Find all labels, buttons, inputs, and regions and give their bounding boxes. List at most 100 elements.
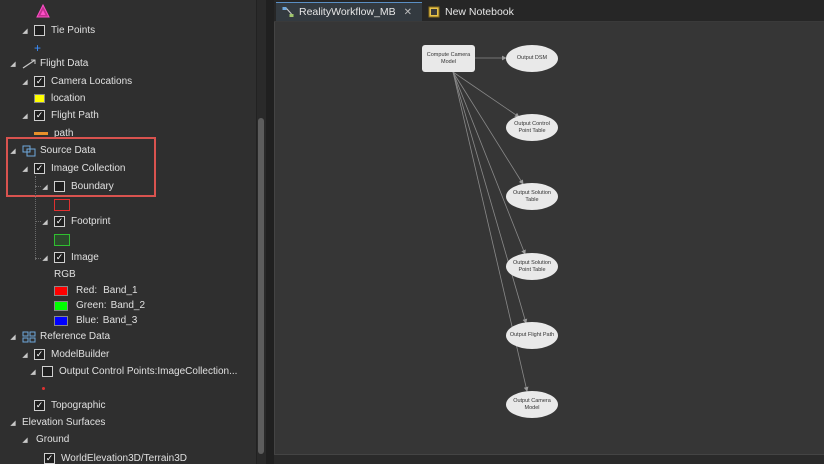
green-band-label: Band_2 bbox=[110, 300, 146, 311]
layer-image-collection[interactable]: ◢ ✓ Image Collection bbox=[20, 160, 125, 177]
output-solution-table-node[interactable]: Output Solution Table bbox=[506, 183, 558, 210]
process-compute-camera-model[interactable]: Compute Camera Model bbox=[422, 45, 475, 72]
canvas-horizontal-scrollbar[interactable] bbox=[274, 454, 824, 464]
topographic-checkbox[interactable]: ✓ bbox=[34, 400, 45, 411]
expand-arrow-icon[interactable]: ◢ bbox=[28, 367, 38, 377]
footprint-checkbox[interactable]: ✓ bbox=[54, 216, 65, 227]
output-control-points-checkbox[interactable] bbox=[42, 366, 53, 377]
contents-scrollbar-thumb[interactable] bbox=[258, 118, 264, 454]
source-data-icon bbox=[22, 145, 36, 157]
layer-topographic[interactable]: ✓ Topographic bbox=[20, 397, 105, 414]
layer-boundary[interactable]: ◢ Boundary bbox=[40, 178, 114, 195]
tab-new-notebook[interactable]: New Notebook bbox=[422, 2, 532, 21]
output-flight-path-node[interactable]: Output Flight Path bbox=[506, 322, 558, 349]
model-icon bbox=[282, 6, 294, 18]
expand-arrow-icon[interactable]: ◢ bbox=[40, 217, 50, 227]
layer-footprint[interactable]: ◢ ✓ Footprint bbox=[40, 213, 110, 230]
expand-arrow-icon[interactable]: ◢ bbox=[20, 350, 30, 360]
reference-data-label: Reference Data bbox=[40, 331, 111, 342]
modelbuilder-label: ModelBuilder bbox=[51, 349, 110, 360]
output-control-point-table-node[interactable]: Output Control Point Table bbox=[506, 114, 558, 141]
footprint-symbol-row bbox=[54, 231, 70, 248]
expand-arrow-icon[interactable]: ◢ bbox=[20, 111, 30, 121]
connector-control-point-table bbox=[452, 71, 520, 118]
green-label: Green: bbox=[76, 300, 107, 311]
group-source-data[interactable]: ◢ Source Data bbox=[8, 142, 96, 159]
expand-arrow-icon[interactable]: ◢ bbox=[40, 182, 50, 192]
output-control-points-label: Output Control Points:ImageCollection... bbox=[59, 366, 238, 377]
image-label: Image bbox=[71, 252, 99, 263]
expand-arrow-icon[interactable]: ◢ bbox=[8, 418, 18, 428]
layer-output-control-points[interactable]: ◢ Output Control Points:ImageCollection.… bbox=[28, 363, 237, 380]
location-symbol-icon bbox=[34, 94, 45, 103]
modelbuilder-checkbox[interactable]: ✓ bbox=[34, 349, 45, 360]
elevation-surfaces-label: Elevation Surfaces bbox=[22, 417, 106, 428]
tie-points-checkbox[interactable] bbox=[34, 25, 45, 36]
red-label: Red: bbox=[76, 285, 98, 296]
plus-symbol-icon: + bbox=[34, 40, 42, 55]
group-elevation-surfaces[interactable]: ◢ Elevation Surfaces bbox=[8, 414, 105, 431]
model-canvas[interactable]: Compute Camera Model Output DSM Output C… bbox=[274, 22, 824, 464]
flight-path-label: Flight Path bbox=[51, 110, 99, 121]
triangle-symbol-icon bbox=[36, 3, 50, 17]
location-label: location bbox=[51, 93, 86, 104]
blue-swatch-icon bbox=[54, 315, 68, 326]
notebook-icon bbox=[428, 6, 440, 18]
topographic-label: Topographic bbox=[51, 400, 106, 411]
view-tabbar: RealityWorkflow_MB ✕ New Notebook bbox=[274, 0, 824, 22]
camera-locations-label: Camera Locations bbox=[51, 76, 133, 87]
blue-band-label: Band_3 bbox=[102, 315, 138, 326]
layer-camera-locations[interactable]: ◢ ✓ Camera Locations bbox=[20, 73, 132, 90]
tree-connector bbox=[35, 176, 36, 260]
boundary-label: Boundary bbox=[71, 181, 114, 192]
boundary-checkbox[interactable] bbox=[54, 181, 65, 192]
contents-pane: ◢ Tie Points + ◢ Flight Data ◢ ✓ Camera … bbox=[0, 0, 256, 464]
rgb-row: RGB bbox=[54, 266, 76, 283]
expand-spacer bbox=[30, 454, 40, 464]
world-elevation-label: WorldElevation3D/Terrain3D bbox=[61, 453, 187, 464]
image-collection-checkbox[interactable]: ✓ bbox=[34, 163, 45, 174]
camera-locations-checkbox[interactable]: ✓ bbox=[34, 76, 45, 87]
expand-arrow-icon[interactable]: ◢ bbox=[8, 59, 18, 69]
group-flight-data[interactable]: ◢ Flight Data bbox=[8, 55, 88, 72]
tie-points-top-symbol bbox=[36, 2, 50, 19]
expand-arrow-icon[interactable]: ◢ bbox=[20, 77, 30, 87]
footprint-label: Footprint bbox=[71, 216, 111, 227]
output-dsm-node[interactable]: Output DSM bbox=[506, 45, 558, 72]
expand-arrow-icon[interactable]: ◢ bbox=[8, 332, 18, 342]
group-reference-data[interactable]: ◢ Reference Data bbox=[8, 328, 110, 345]
expand-arrow-icon[interactable]: ◢ bbox=[40, 253, 50, 263]
tie-points-symbol: + bbox=[34, 39, 41, 56]
tab-new-notebook-label: New Notebook bbox=[445, 5, 514, 18]
footprint-symbol-icon bbox=[54, 233, 70, 246]
layer-image[interactable]: ◢ ✓ Image bbox=[40, 249, 99, 266]
rgb-label: RGB bbox=[54, 269, 76, 280]
expand-arrow-icon[interactable]: ◢ bbox=[20, 435, 30, 445]
world-elevation-checkbox[interactable]: ✓ bbox=[44, 453, 55, 464]
expand-arrow-icon[interactable]: ◢ bbox=[8, 146, 18, 156]
close-icon[interactable]: ✕ bbox=[404, 7, 412, 18]
layer-modelbuilder[interactable]: ◢ ✓ ModelBuilder bbox=[20, 346, 109, 363]
flight-path-checkbox[interactable]: ✓ bbox=[34, 110, 45, 121]
dot-symbol-icon bbox=[42, 387, 45, 390]
tab-realityworkflow-mb[interactable]: RealityWorkflow_MB ✕ bbox=[276, 2, 422, 21]
expand-arrow-icon[interactable]: ◢ bbox=[20, 164, 30, 174]
pane-divider[interactable] bbox=[266, 0, 274, 464]
output-camera-model-node[interactable]: Output Camera Model bbox=[506, 391, 558, 418]
layer-flight-path[interactable]: ◢ ✓ Flight Path bbox=[20, 107, 99, 124]
blue-label: Blue: bbox=[76, 315, 99, 326]
output-solution-point-table-node[interactable]: Output Solution Point Table bbox=[506, 253, 558, 280]
image-checkbox[interactable]: ✓ bbox=[54, 252, 65, 263]
group-ground[interactable]: ◢ Ground bbox=[20, 431, 69, 448]
path-symbol-icon bbox=[34, 132, 48, 135]
layer-tie-points[interactable]: ◢ Tie Points bbox=[20, 22, 95, 39]
green-swatch-icon bbox=[54, 300, 68, 311]
boundary-symbol-icon bbox=[54, 198, 70, 211]
red-swatch-icon bbox=[54, 285, 68, 296]
source-data-label: Source Data bbox=[40, 145, 96, 156]
blue-band-row: Blue: Band_3 bbox=[54, 312, 137, 329]
layer-world-elevation[interactable]: ✓ WorldElevation3D/Terrain3D bbox=[30, 450, 187, 464]
expand-arrow-icon[interactable]: ◢ bbox=[20, 26, 30, 36]
tie-points-label: Tie Points bbox=[51, 25, 96, 36]
tab-realityworkflow-mb-label: RealityWorkflow_MB bbox=[299, 6, 396, 18]
